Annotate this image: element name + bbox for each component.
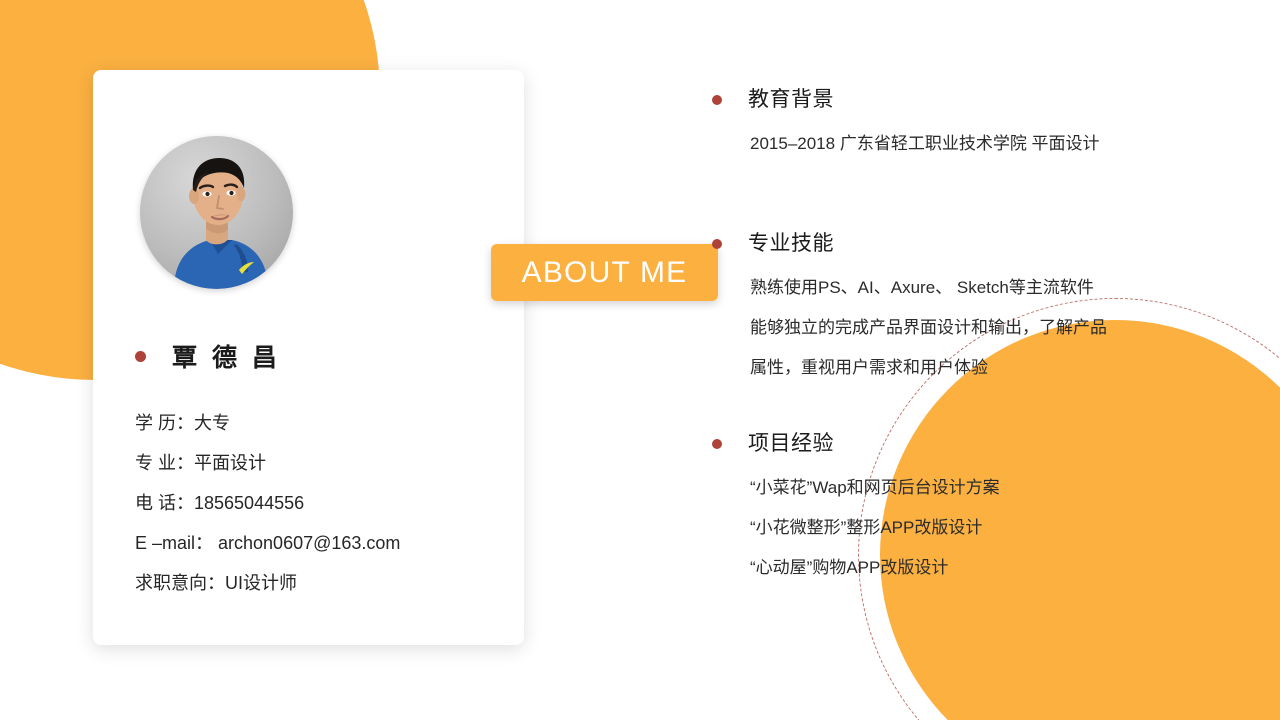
section-education-title: 教育背景: [748, 88, 834, 111]
avatar: [140, 136, 293, 289]
skills-line: 属性，重视用户需求和用户体验: [750, 358, 988, 377]
section-education: 教育背景 2015–2018 广东省轻工职业技术学院 平面设计: [712, 86, 1252, 164]
section-projects: 项目经验 “小菜花”Wap和网页后台设计方案 “小花微整形”整形APP改版设计 …: [712, 430, 1252, 588]
profile-details-list: 学 历：大专 专 业：平面设计 电 话：18565044556 E –mail：…: [135, 403, 505, 603]
detail-phone: 电 话：18565044556: [135, 493, 305, 513]
project-line: “心动屋”购物APP改版设计: [750, 558, 949, 577]
profile-name-row: 覃 德 昌: [135, 338, 281, 374]
spacer-skills-projects: [712, 388, 1252, 430]
detail-email: E –mail： archon0607@163.com: [135, 533, 401, 553]
section-skills-header: 专业技能: [712, 230, 1252, 258]
about-me-badge-label: ABOUT ME: [521, 255, 688, 289]
detail-job-objective: 求职意向：UI设计师: [135, 573, 297, 593]
section-skills-body: 熟练使用PS、AI、Axure、 Sketch等主流软件 能够独立的完成产品界面…: [750, 268, 1252, 388]
resume-sections: 教育背景 2015–2018 广东省轻工职业技术学院 平面设计 专业技能 熟练使…: [712, 86, 1252, 588]
section-education-header: 教育背景: [712, 86, 1252, 114]
skills-line: 能够独立的完成产品界面设计和输出，了解产品: [750, 318, 1107, 337]
section-projects-title: 项目经验: [748, 432, 834, 455]
spacer-education-skills: [712, 164, 1252, 230]
project-line: “小菜花”Wap和网页后台设计方案: [750, 478, 1000, 497]
profile-card: ABOUT ME 覃 德 昌 学 历：大专 专 业：平面设计 电 话：18565…: [93, 70, 718, 645]
section-education-body: 2015–2018 广东省轻工职业技术学院 平面设计: [750, 124, 1252, 164]
bullet-dot-icon: [712, 95, 722, 105]
avatar-photo-illustration: [140, 136, 293, 289]
bullet-dot-icon: [712, 239, 722, 249]
section-projects-body: “小菜花”Wap和网页后台设计方案 “小花微整形”整形APP改版设计 “心动屋”…: [750, 468, 1252, 588]
section-skills-title: 专业技能: [748, 232, 834, 255]
education-line: 2015–2018 广东省轻工职业技术学院 平面设计: [750, 134, 1100, 153]
about-me-badge[interactable]: ABOUT ME: [491, 244, 718, 301]
skills-line: 熟练使用PS、AI、Axure、 Sketch等主流软件: [750, 278, 1094, 297]
detail-major: 专 业：平面设计: [135, 453, 267, 473]
bullet-dot-icon: [712, 439, 722, 449]
profile-name: 覃 德 昌: [172, 344, 281, 372]
about-me-slide: ABOUT ME 覃 德 昌 学 历：大专 专 业：平面设计 电 话：18565…: [0, 0, 1280, 720]
project-line: “小花微整形”整形APP改版设计: [750, 518, 983, 537]
section-projects-header: 项目经验: [712, 430, 1252, 458]
section-skills: 专业技能 熟练使用PS、AI、Axure、 Sketch等主流软件 能够独立的完…: [712, 230, 1252, 388]
bullet-dot-icon: [135, 350, 146, 362]
detail-education-level: 学 历：大专: [135, 413, 231, 433]
